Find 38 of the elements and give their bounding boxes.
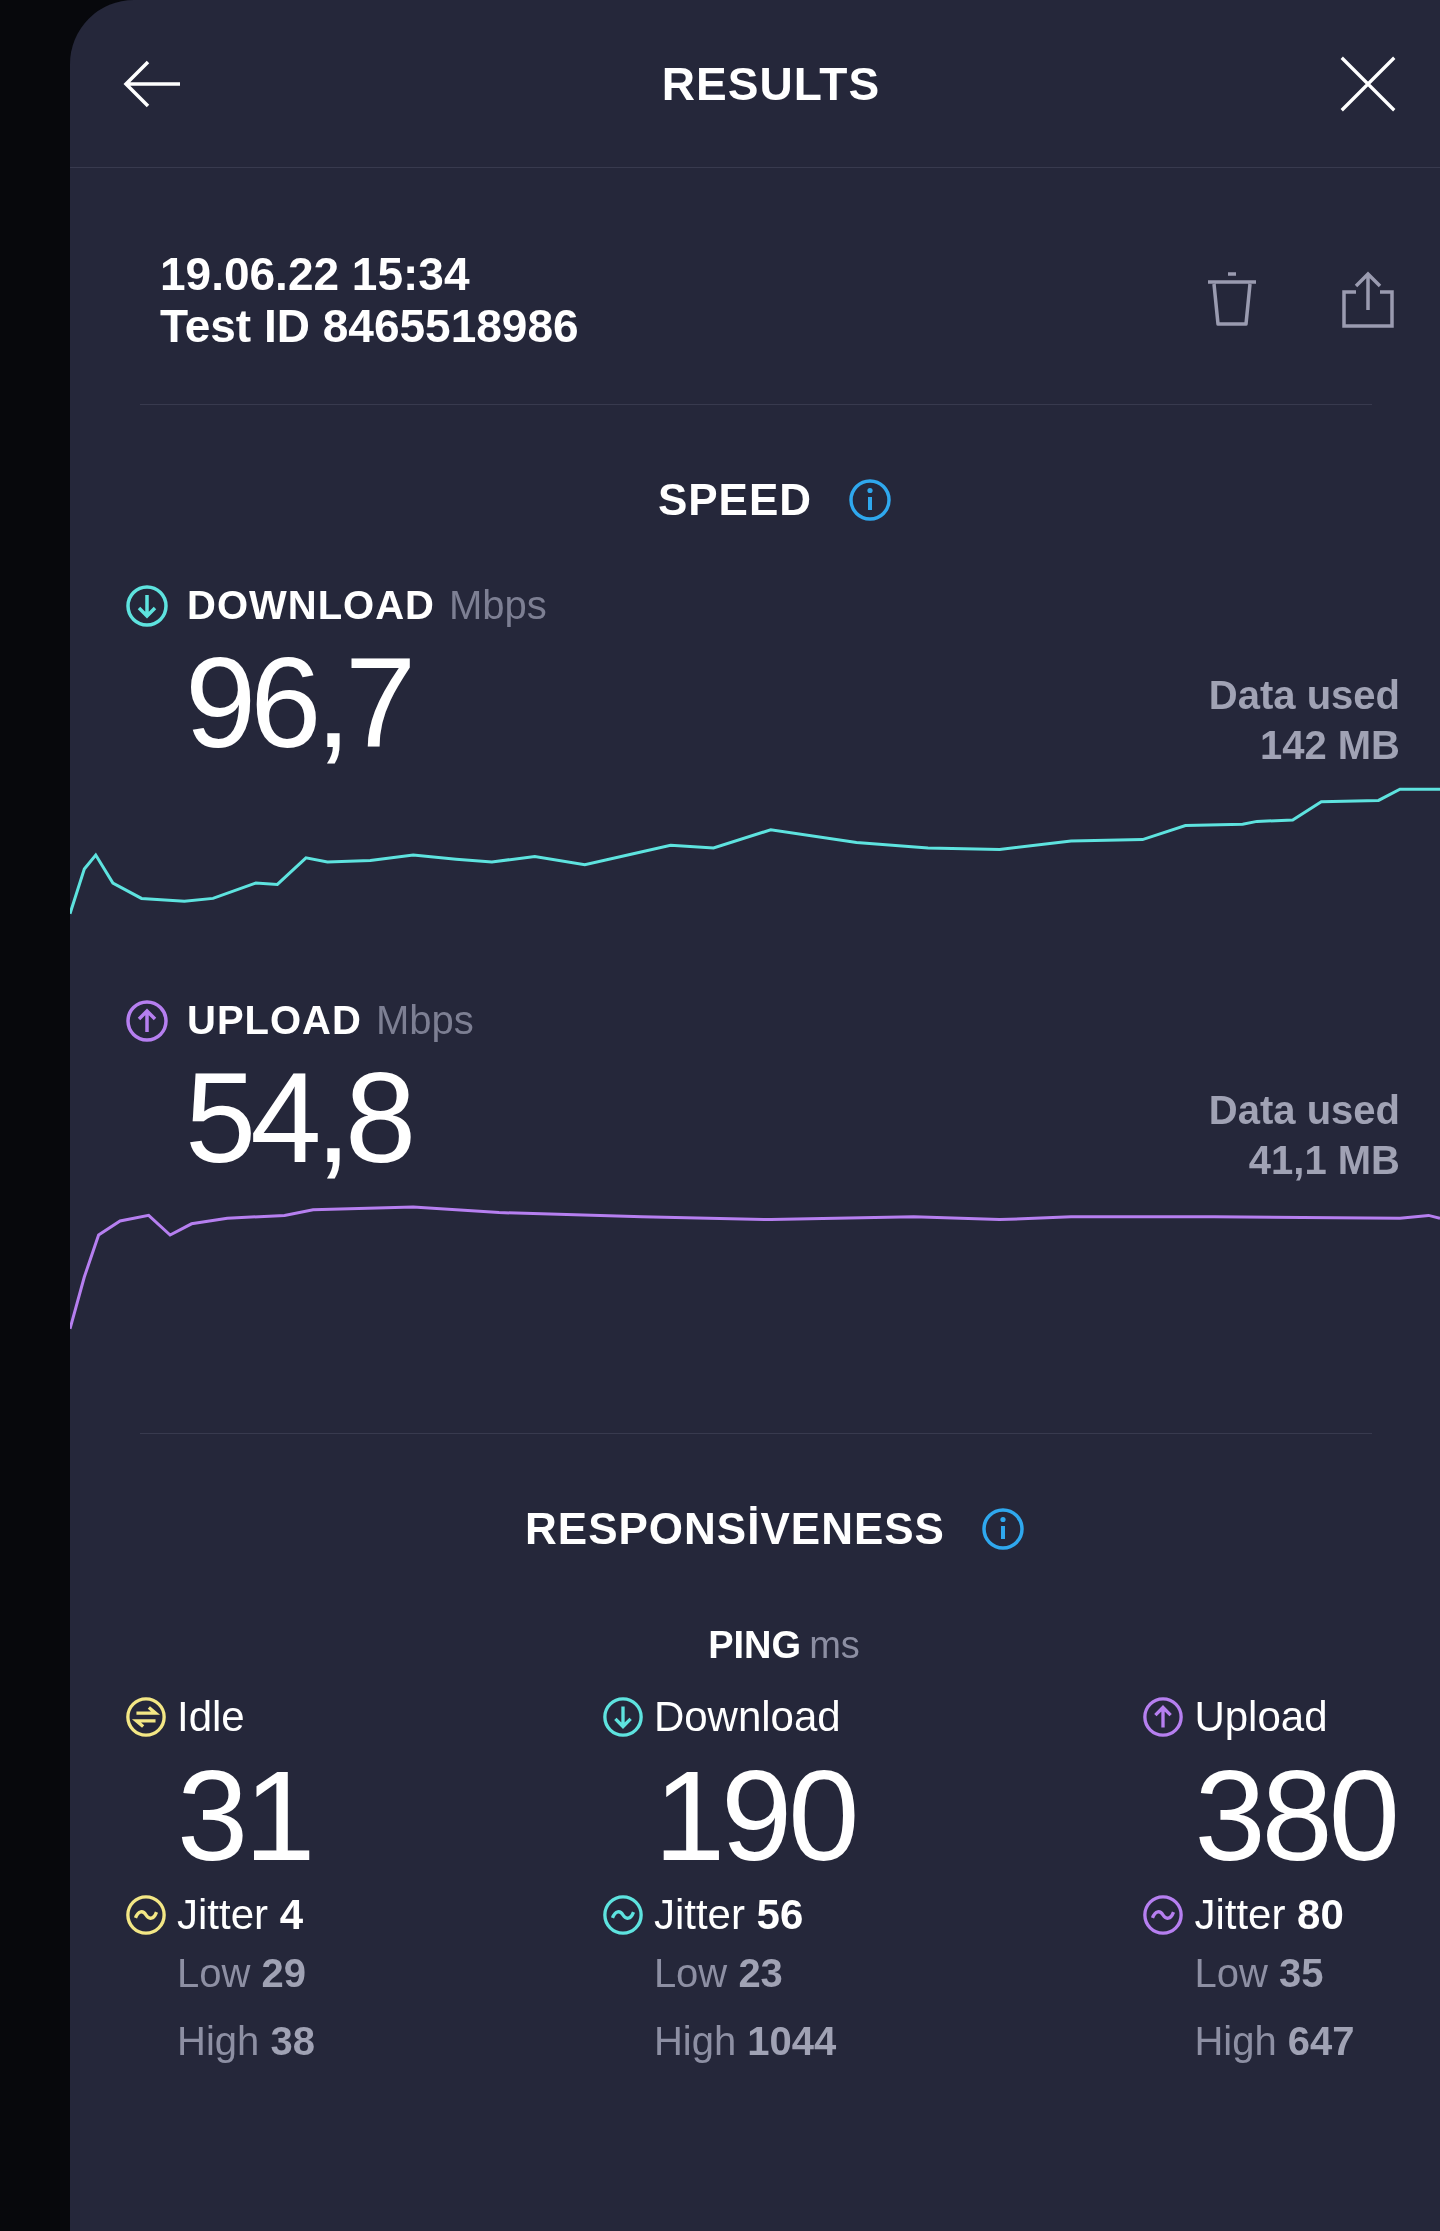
info-icon[interactable]: [848, 478, 893, 522]
data-used-value: 142 MB: [1258, 722, 1400, 769]
ping-label: PING: [708, 1624, 802, 1667]
speed-heading: SPEED: [657, 475, 813, 525]
ping-value: 31: [176, 1743, 313, 1889]
ping-type-label: Idle: [177, 1693, 245, 1741]
ping-value: 190: [652, 1743, 856, 1889]
low-text: Low 35: [1193, 1950, 1325, 1997]
test-date: 19.06.22 15:34: [160, 248, 471, 300]
low-text: Low 23: [652, 1950, 784, 1997]
jitter-text: Jitter 4: [177, 1891, 304, 1939]
jitter-text: Jitter 80: [1194, 1891, 1344, 1939]
data-used-label: Data used: [1208, 1087, 1400, 1134]
ping-value: 380: [1193, 1743, 1396, 1889]
ping-type-label: Download: [653, 1693, 841, 1741]
responsiveness-heading: RESPONSİVENESS: [525, 1504, 945, 1554]
low-text: Low 29: [176, 1950, 307, 1997]
high-text: High 38: [176, 2018, 315, 2065]
data-used-label: Data used: [1208, 672, 1400, 719]
jitter-wave-icon: [125, 1894, 167, 1936]
high-text: High 1044: [652, 2018, 838, 2065]
metric-label: DOWNLOAD: [187, 583, 435, 628]
metric-unit: Mbps: [375, 998, 474, 1043]
ping-type-label: Upload: [1194, 1693, 1328, 1741]
metric-unit: Mbps: [448, 583, 547, 628]
data-used-value: 41,1 MB: [1247, 1137, 1400, 1184]
ping-unit: ms: [809, 1624, 860, 1667]
speed-value: 96,7: [185, 630, 411, 776]
jitter-wave-icon: [601, 1894, 644, 1936]
share-icon[interactable]: [1340, 270, 1396, 330]
high-text: High 647: [1193, 2018, 1356, 2065]
info-icon[interactable]: [980, 1507, 1025, 1551]
jitter-text: Jitter 56: [653, 1891, 804, 1939]
page-title: RESULTS: [661, 56, 881, 111]
speed-value: 54,8: [185, 1045, 411, 1191]
metric-label: UPLOAD: [187, 998, 362, 1043]
test-id: Test ID 8465518986: [160, 300, 580, 352]
jitter-wave-icon: [1142, 1894, 1185, 1936]
